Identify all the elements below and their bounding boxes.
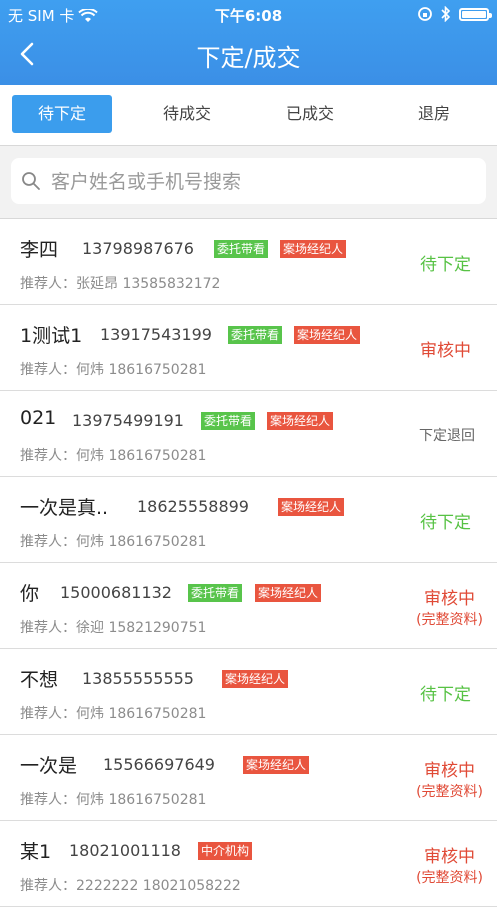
search-icon [22, 172, 40, 190]
status-label: 待下定 [420, 685, 471, 705]
list-item[interactable]: 你 15000681132 委托带看 案场经纪人 推荐人：徐迎 15821290… [0, 563, 497, 649]
customer-phone: 13917543199 [100, 325, 212, 344]
status-label: 审核中 (完整资料) [416, 761, 483, 800]
tab-bar: 待下定 待成交 已成交 退房 [0, 85, 497, 146]
status-bar: 无 SIM 卡 下午6:08 [0, 0, 497, 28]
status-label: 审核中 (完整资料) [416, 589, 483, 628]
tag-entrusted-viewing: 委托带看 [201, 412, 256, 430]
referrer-line: 推荐人：何炜 18616750281 [20, 448, 207, 464]
customer-phone: 13975499191 [72, 411, 184, 430]
status-label: 待下定 [420, 513, 471, 533]
list-item[interactable]: 不想 13855555555 案场经纪人 推荐人：何炜 18616750281 … [0, 649, 497, 735]
referrer-line: 推荐人：张延昂 13585832172 [20, 276, 221, 292]
tag-site-agent: 案场经纪人 [294, 326, 361, 344]
customer-name: 不想 [20, 669, 59, 691]
tag-site-agent: 案场经纪人 [222, 670, 289, 688]
tag-site-agent: 案场经纪人 [243, 756, 310, 774]
list-item[interactable]: 李四 13798987676 委托带看 案场经纪人 推荐人：张延昂 135858… [0, 219, 497, 305]
search-input[interactable] [49, 164, 473, 200]
tag-site-agent: 案场经纪人 [267, 412, 334, 430]
customer-phone: 13798987676 [82, 239, 194, 258]
tag-entrusted-viewing: 委托带看 [214, 240, 269, 258]
app-header: 无 SIM 卡 下午6:08 下定/成交 [0, 0, 497, 85]
status-label: 下定退回 [419, 428, 475, 444]
referrer-line: 推荐人：2222222 18021058222 [20, 878, 241, 894]
customer-phone: 15566697649 [103, 755, 215, 774]
tag-agency: 中介机构 [198, 842, 253, 860]
customer-list: 李四 13798987676 委托带看 案场经纪人 推荐人：张延昂 135858… [0, 219, 497, 907]
customer-name: 021 [20, 407, 57, 429]
tag-site-agent: 案场经纪人 [280, 240, 347, 258]
referrer-line: 推荐人：何炜 18616750281 [20, 534, 207, 550]
tab-checkout[interactable]: 退房 [384, 95, 484, 133]
tag-site-agent: 案场经纪人 [278, 498, 345, 516]
search-box[interactable] [11, 158, 486, 204]
customer-name: 1测试1 [20, 325, 83, 347]
customer-phone: 18021001118 [69, 841, 181, 860]
search-area [0, 146, 497, 219]
list-item[interactable]: 某1 18021001118 中介机构 推荐人：2222222 18021058… [0, 821, 497, 907]
customer-name: 李四 [20, 239, 59, 261]
customer-phone: 15000681132 [60, 583, 172, 602]
tab-closed-deal[interactable]: 已成交 [260, 95, 360, 133]
tab-pending-deposit[interactable]: 待下定 [12, 95, 112, 133]
status-label: 审核中 [420, 341, 471, 361]
status-label: 待下定 [420, 255, 471, 275]
customer-name: 一次是真.. [20, 497, 109, 519]
list-item[interactable]: 021 13975499191 委托带看 案场经纪人 推荐人：何炜 186167… [0, 391, 497, 477]
orientation-lock-icon [418, 7, 432, 21]
tag-entrusted-viewing: 委托带看 [188, 584, 243, 602]
page-title: 下定/成交 [196, 44, 301, 72]
status-sublabel: (完整资料) [416, 612, 483, 628]
status-label: 审核中 (完整资料) [416, 847, 483, 886]
list-item[interactable]: 一次是真.. 18625558899 案场经纪人 推荐人：何炜 18616750… [0, 477, 497, 563]
battery-icon [459, 7, 492, 21]
referrer-line: 推荐人：何炜 18616750281 [20, 362, 207, 378]
referrer-line: 推荐人：徐迎 15821290751 [20, 620, 207, 636]
customer-name: 一次是 [20, 755, 78, 777]
customer-name: 某1 [20, 841, 52, 863]
tab-pending-deal[interactable]: 待成交 [137, 95, 237, 133]
customer-name: 你 [20, 583, 40, 605]
referrer-line: 推荐人：何炜 18616750281 [20, 792, 207, 808]
status-sublabel: (完整资料) [416, 784, 483, 800]
tag-entrusted-viewing: 委托带看 [228, 326, 283, 344]
customer-phone: 18625558899 [137, 497, 249, 516]
bluetooth-icon [441, 6, 451, 22]
customer-phone: 13855555555 [82, 669, 194, 688]
tag-site-agent: 案场经纪人 [255, 584, 322, 602]
list-item[interactable]: 1测试1 13917543199 委托带看 案场经纪人 推荐人：何炜 18616… [0, 305, 497, 391]
status-sublabel: (完整资料) [416, 870, 483, 886]
list-item[interactable]: 一次是 15566697649 案场经纪人 推荐人：何炜 18616750281… [0, 735, 497, 821]
referrer-line: 推荐人：何炜 18616750281 [20, 706, 207, 722]
